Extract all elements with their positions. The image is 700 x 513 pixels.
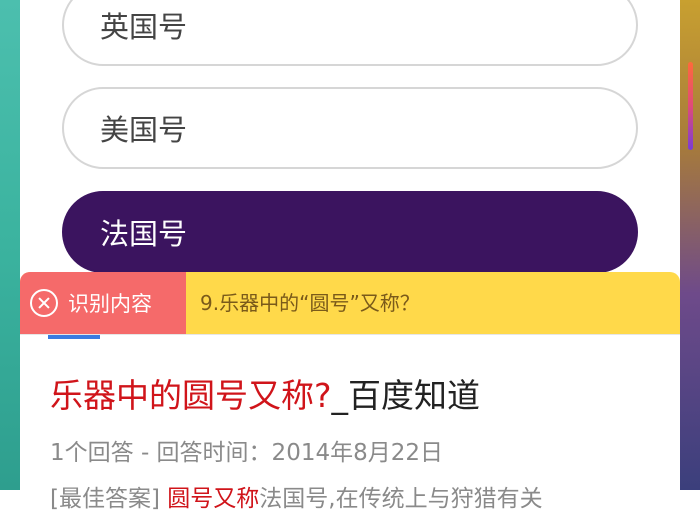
option-label: 美国号 xyxy=(100,113,188,147)
ocr-close-button[interactable]: 识别内容 xyxy=(20,272,186,334)
option-label: 英国号 xyxy=(100,10,188,44)
close-circle-icon[interactable] xyxy=(30,289,58,317)
result-snippet: [最佳答案] 圆号又称法国号,在传统上与狩猎有关 xyxy=(50,479,543,513)
option-button-3-selected[interactable]: 法国号 xyxy=(62,191,638,273)
ocr-recognized-text: 9.乐器中的“圆号”又称？ xyxy=(200,291,420,315)
option-button-2[interactable]: 美国号 xyxy=(62,87,638,169)
ocr-label: 识别内容 xyxy=(68,292,152,316)
result-title-highlight: 乐器中的圆号又称? xyxy=(50,376,332,415)
background-left-strip xyxy=(0,0,20,490)
tab-indicator xyxy=(48,335,100,339)
search-result-panel: 乐器中的圆号又称?_百度知道 1个回答 - 回答时间：2014年8月22日 [最… xyxy=(20,334,680,512)
option-label: 法国号 xyxy=(100,217,188,251)
ocr-recognition-bar: 识别内容 9.乐器中的“圆号”又称？ xyxy=(20,272,680,334)
result-title-rest: _百度知道 xyxy=(331,376,481,415)
option-button-1[interactable]: 英国号 xyxy=(62,0,638,66)
result-meta: 1个回答 - 回答时间：2014年8月22日 xyxy=(50,440,443,466)
result-title-link[interactable]: 乐器中的圆号又称?_百度知道 xyxy=(50,369,480,417)
scroll-indicator[interactable] xyxy=(688,62,693,150)
